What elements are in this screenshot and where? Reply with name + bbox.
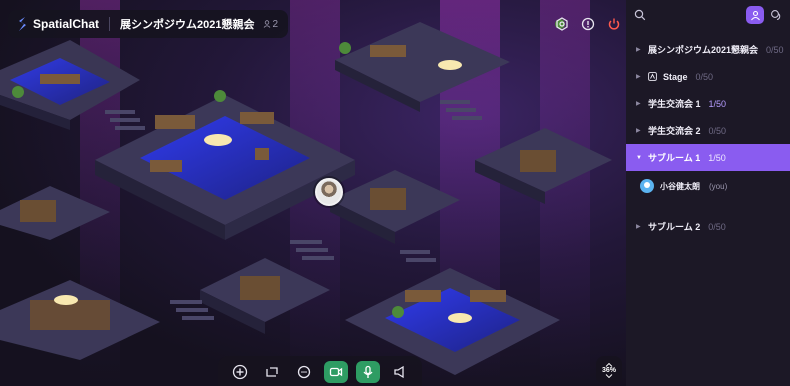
help-icon: [581, 17, 595, 31]
settings-button[interactable]: [552, 14, 572, 34]
user-count-value: 2: [272, 18, 279, 30]
app-logo: SpatialChat: [16, 16, 99, 32]
room-list: ▶ 展シンポジウム2021懇親会 0/50 ▶ Stage 0/50 ▶ 学生交…: [626, 30, 790, 240]
power-icon: [608, 18, 620, 30]
chevron-right-icon: ▶: [636, 224, 641, 230]
room-capacity: 0/50: [708, 221, 726, 232]
help-button[interactable]: [578, 14, 598, 34]
room-capacity: 1/50: [708, 152, 726, 163]
person-icon: [750, 10, 760, 20]
chevron-right-icon: ▶: [636, 101, 641, 107]
space-title: 展シンポジウム2021懇親会: [120, 19, 255, 31]
chevron-right-icon: ▶: [636, 128, 641, 134]
room-name: 学生交流会 2: [648, 126, 701, 136]
leave-button[interactable]: [604, 14, 624, 34]
room-capacity: 0/50: [708, 125, 727, 136]
chat-icon: [297, 365, 311, 379]
zoom-control[interactable]: 36%: [596, 356, 622, 384]
chat-bubbles-icon[interactable]: [770, 9, 782, 21]
plus-circle-icon: [232, 364, 248, 380]
room-item-main[interactable]: ▶ 展シンポジウム2021懇親会 0/50: [626, 36, 790, 63]
member-name: 小谷健太朗: [660, 181, 700, 191]
room-item-student-2[interactable]: ▶ 学生交流会 2 0/50: [626, 117, 790, 144]
app-name: SpatialChat: [33, 17, 100, 31]
room-capacity: 0/50: [766, 44, 784, 55]
rooms-sidebar: ▶ 展シンポジウム2021懇親会 0/50 ▶ Stage 0/50 ▶ 学生交…: [626, 0, 790, 386]
room-capacity: 0/50: [695, 71, 714, 82]
participants-tab[interactable]: [746, 6, 764, 24]
isometric-rooms-map: [0, 0, 612, 386]
chevron-right-icon: ▶: [636, 74, 641, 80]
room-header: SpatialChat 展シンポジウム2021懇親会 2: [8, 10, 289, 38]
member-avatar: [640, 179, 654, 193]
spatial-canvas[interactable]: SpatialChat 展シンポジウム2021懇親会 2 36%: [0, 0, 626, 386]
user-count: 2: [263, 18, 279, 30]
sidebar-header: [626, 0, 790, 30]
search-icon[interactable]: [634, 9, 646, 21]
microphone-icon: [363, 365, 373, 378]
room-item-stage[interactable]: ▶ Stage 0/50: [626, 63, 790, 90]
camera-toggle[interactable]: [324, 361, 348, 383]
broadcast-button[interactable]: [388, 361, 412, 383]
room-capacity: 1/50: [708, 98, 727, 109]
chevron-right-icon: ▶: [636, 47, 641, 53]
room-member[interactable]: 小谷健太朗 (you): [626, 171, 790, 201]
screen-share-button[interactable]: [260, 361, 284, 383]
room-item-subroom-1[interactable]: ▼ サブルーム 1 1/50: [626, 144, 790, 171]
stage-icon: [648, 72, 657, 81]
room-name: 展シンポジウム2021懇親会: [648, 45, 759, 55]
room-item-student-1[interactable]: ▶ 学生交流会 1 1/50: [626, 90, 790, 117]
user-icon: [263, 20, 270, 28]
room-name: 学生交流会 1: [648, 99, 701, 109]
top-controls: [552, 14, 624, 34]
zoom-level: 36%: [601, 366, 616, 374]
chevron-down-icon[interactable]: [605, 373, 613, 378]
room-name: Stage: [663, 71, 688, 82]
divider: [109, 17, 111, 31]
room-item-subroom-2[interactable]: ▶ サブルーム 2 0/50: [626, 213, 790, 240]
room-name: サブルーム 1: [648, 153, 701, 163]
camera-icon: [329, 367, 343, 377]
media-toolbar: [218, 356, 422, 386]
microphone-toggle[interactable]: [356, 361, 380, 383]
add-button[interactable]: [228, 361, 252, 383]
gear-icon: [556, 17, 568, 31]
chevron-down-icon: ▼: [636, 154, 642, 161]
megaphone-icon: [394, 365, 404, 379]
screen-share-icon: [266, 367, 278, 377]
you-label: (you): [709, 181, 728, 191]
my-avatar[interactable]: [315, 178, 343, 206]
spatialchat-logo-icon: [19, 17, 26, 31]
room-name: サブルーム 2: [648, 222, 701, 232]
chat-button[interactable]: [292, 361, 316, 383]
